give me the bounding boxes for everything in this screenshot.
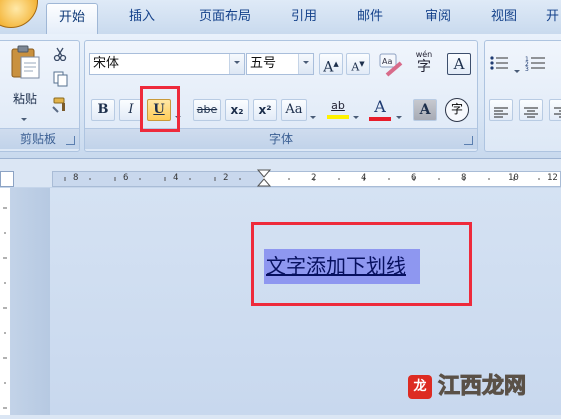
cut-icon[interactable] (53, 47, 67, 61)
font-color-bar (369, 117, 391, 121)
font-name-value: 宋体 (93, 56, 120, 71)
enclose-characters-button[interactable]: 字 (445, 98, 469, 122)
bullets-icon[interactable] (489, 53, 511, 73)
align-center-button[interactable] (519, 99, 543, 121)
align-right-button[interactable] (549, 99, 561, 121)
tab-developer[interactable]: 开 (544, 3, 561, 33)
ribbon: 粘贴 剪贴板 宋体 五号 A▲ A▼ Aa wén 字 A B I U abe … (0, 34, 561, 159)
clear-formatting-icon[interactable]: Aa (377, 51, 403, 77)
ruler-label: 12 (547, 173, 558, 183)
shrink-font-button[interactable]: A▼ (346, 53, 370, 75)
text-highlight-dropdown-icon[interactable] (353, 107, 359, 126)
ruler-label: 6 (123, 173, 129, 183)
vertical-ruler-ticks (3, 207, 7, 409)
character-shading-button[interactable]: A (413, 99, 437, 121)
ruler-label: 6 (411, 173, 417, 183)
phonetic-guide-char: 字 (417, 59, 431, 75)
clipboard-dialog-launcher[interactable] (66, 136, 75, 145)
page-gutter (10, 188, 50, 415)
font-color-label: A (374, 97, 386, 116)
align-left-button[interactable] (489, 99, 513, 121)
phonetic-guide-button[interactable]: wén 字 (410, 50, 438, 76)
clipboard-group: 粘贴 剪贴板 (0, 40, 80, 152)
watermark-logo-icon: 龙 (408, 375, 432, 399)
paste-dropdown-icon (21, 109, 27, 128)
text-highlight-color-bar (327, 115, 349, 119)
align-center-icon (524, 107, 538, 118)
paste-icon (11, 45, 40, 79)
ruler-ticks (64, 177, 540, 181)
svg-text:Aa: Aa (382, 57, 392, 66)
paragraph-group: 1 2 3 (484, 40, 561, 152)
font-name-combo[interactable]: 宋体 (89, 53, 245, 75)
office-button[interactable] (0, 0, 38, 28)
watermark-text: 江西龙网 (437, 374, 527, 400)
font-size-dropdown-icon[interactable] (298, 54, 313, 74)
tab-view[interactable]: 视图 (476, 3, 532, 33)
tab-mailings[interactable]: 邮件 (342, 3, 398, 33)
underline-highlight-box (140, 86, 180, 132)
svg-text:3: 3 (525, 66, 529, 73)
ruler-label: 2 (223, 173, 229, 183)
ruler-label: 8 (461, 173, 467, 183)
font-size-value: 五号 (250, 56, 277, 71)
align-left-icon (494, 107, 508, 118)
ruler-label: 10 (508, 173, 519, 183)
strikethrough-button[interactable]: abe (193, 99, 221, 121)
font-color-button[interactable]: A (367, 97, 393, 123)
grow-font-button[interactable]: A▲ (319, 53, 343, 76)
phonetic-guide-pinyin: wén (415, 50, 433, 59)
bold-button[interactable]: B (91, 99, 115, 121)
font-size-combo[interactable]: 五号 (246, 53, 314, 75)
ruler-label: 8 (73, 173, 79, 183)
text-highlight-label: ab (331, 99, 345, 112)
tab-page-layout[interactable]: 页面布局 (184, 3, 266, 33)
ribbon-tab-bar: 开始 插入 页面布局 引用 邮件 审阅 视图 开 (0, 0, 561, 35)
copy-icon[interactable] (53, 71, 69, 87)
change-case-dropdown-icon[interactable] (310, 107, 316, 126)
character-border-button[interactable]: A (447, 53, 471, 75)
ruler-label: 2 (311, 173, 317, 183)
tab-review[interactable]: 审阅 (410, 3, 466, 33)
bullets-dropdown-icon[interactable] (514, 61, 520, 80)
tab-insert[interactable]: 插入 (114, 3, 170, 33)
grow-font-label: A (323, 59, 334, 76)
align-right-icon (554, 107, 561, 118)
change-case-button[interactable]: Aa (281, 99, 307, 121)
text-highlight-box (251, 222, 472, 306)
subscript-button[interactable]: x₂ (225, 99, 249, 121)
font-dialog-launcher[interactable] (464, 136, 473, 145)
tab-home[interactable]: 开始 (46, 3, 98, 35)
horizontal-ruler[interactable]: 8 6 4 2 2 4 6 8 10 12 (52, 169, 561, 189)
ruler-label: 4 (361, 173, 367, 183)
format-painter-icon[interactable] (52, 97, 70, 113)
numbering-icon[interactable]: 1 2 3 (525, 53, 547, 73)
ruler-toggle-button[interactable] (0, 171, 14, 187)
ruler-label: 4 (173, 173, 179, 183)
paste-button[interactable]: 粘贴 (5, 45, 45, 121)
text-highlight-button[interactable]: ab (325, 97, 351, 123)
font-color-dropdown-icon[interactable] (396, 107, 402, 126)
font-name-dropdown-icon[interactable] (229, 54, 244, 74)
tab-references[interactable]: 引用 (276, 3, 332, 33)
indent-marker-icon[interactable] (257, 169, 271, 189)
paste-label: 粘贴 (12, 92, 37, 106)
superscript-button[interactable]: x² (253, 99, 277, 121)
